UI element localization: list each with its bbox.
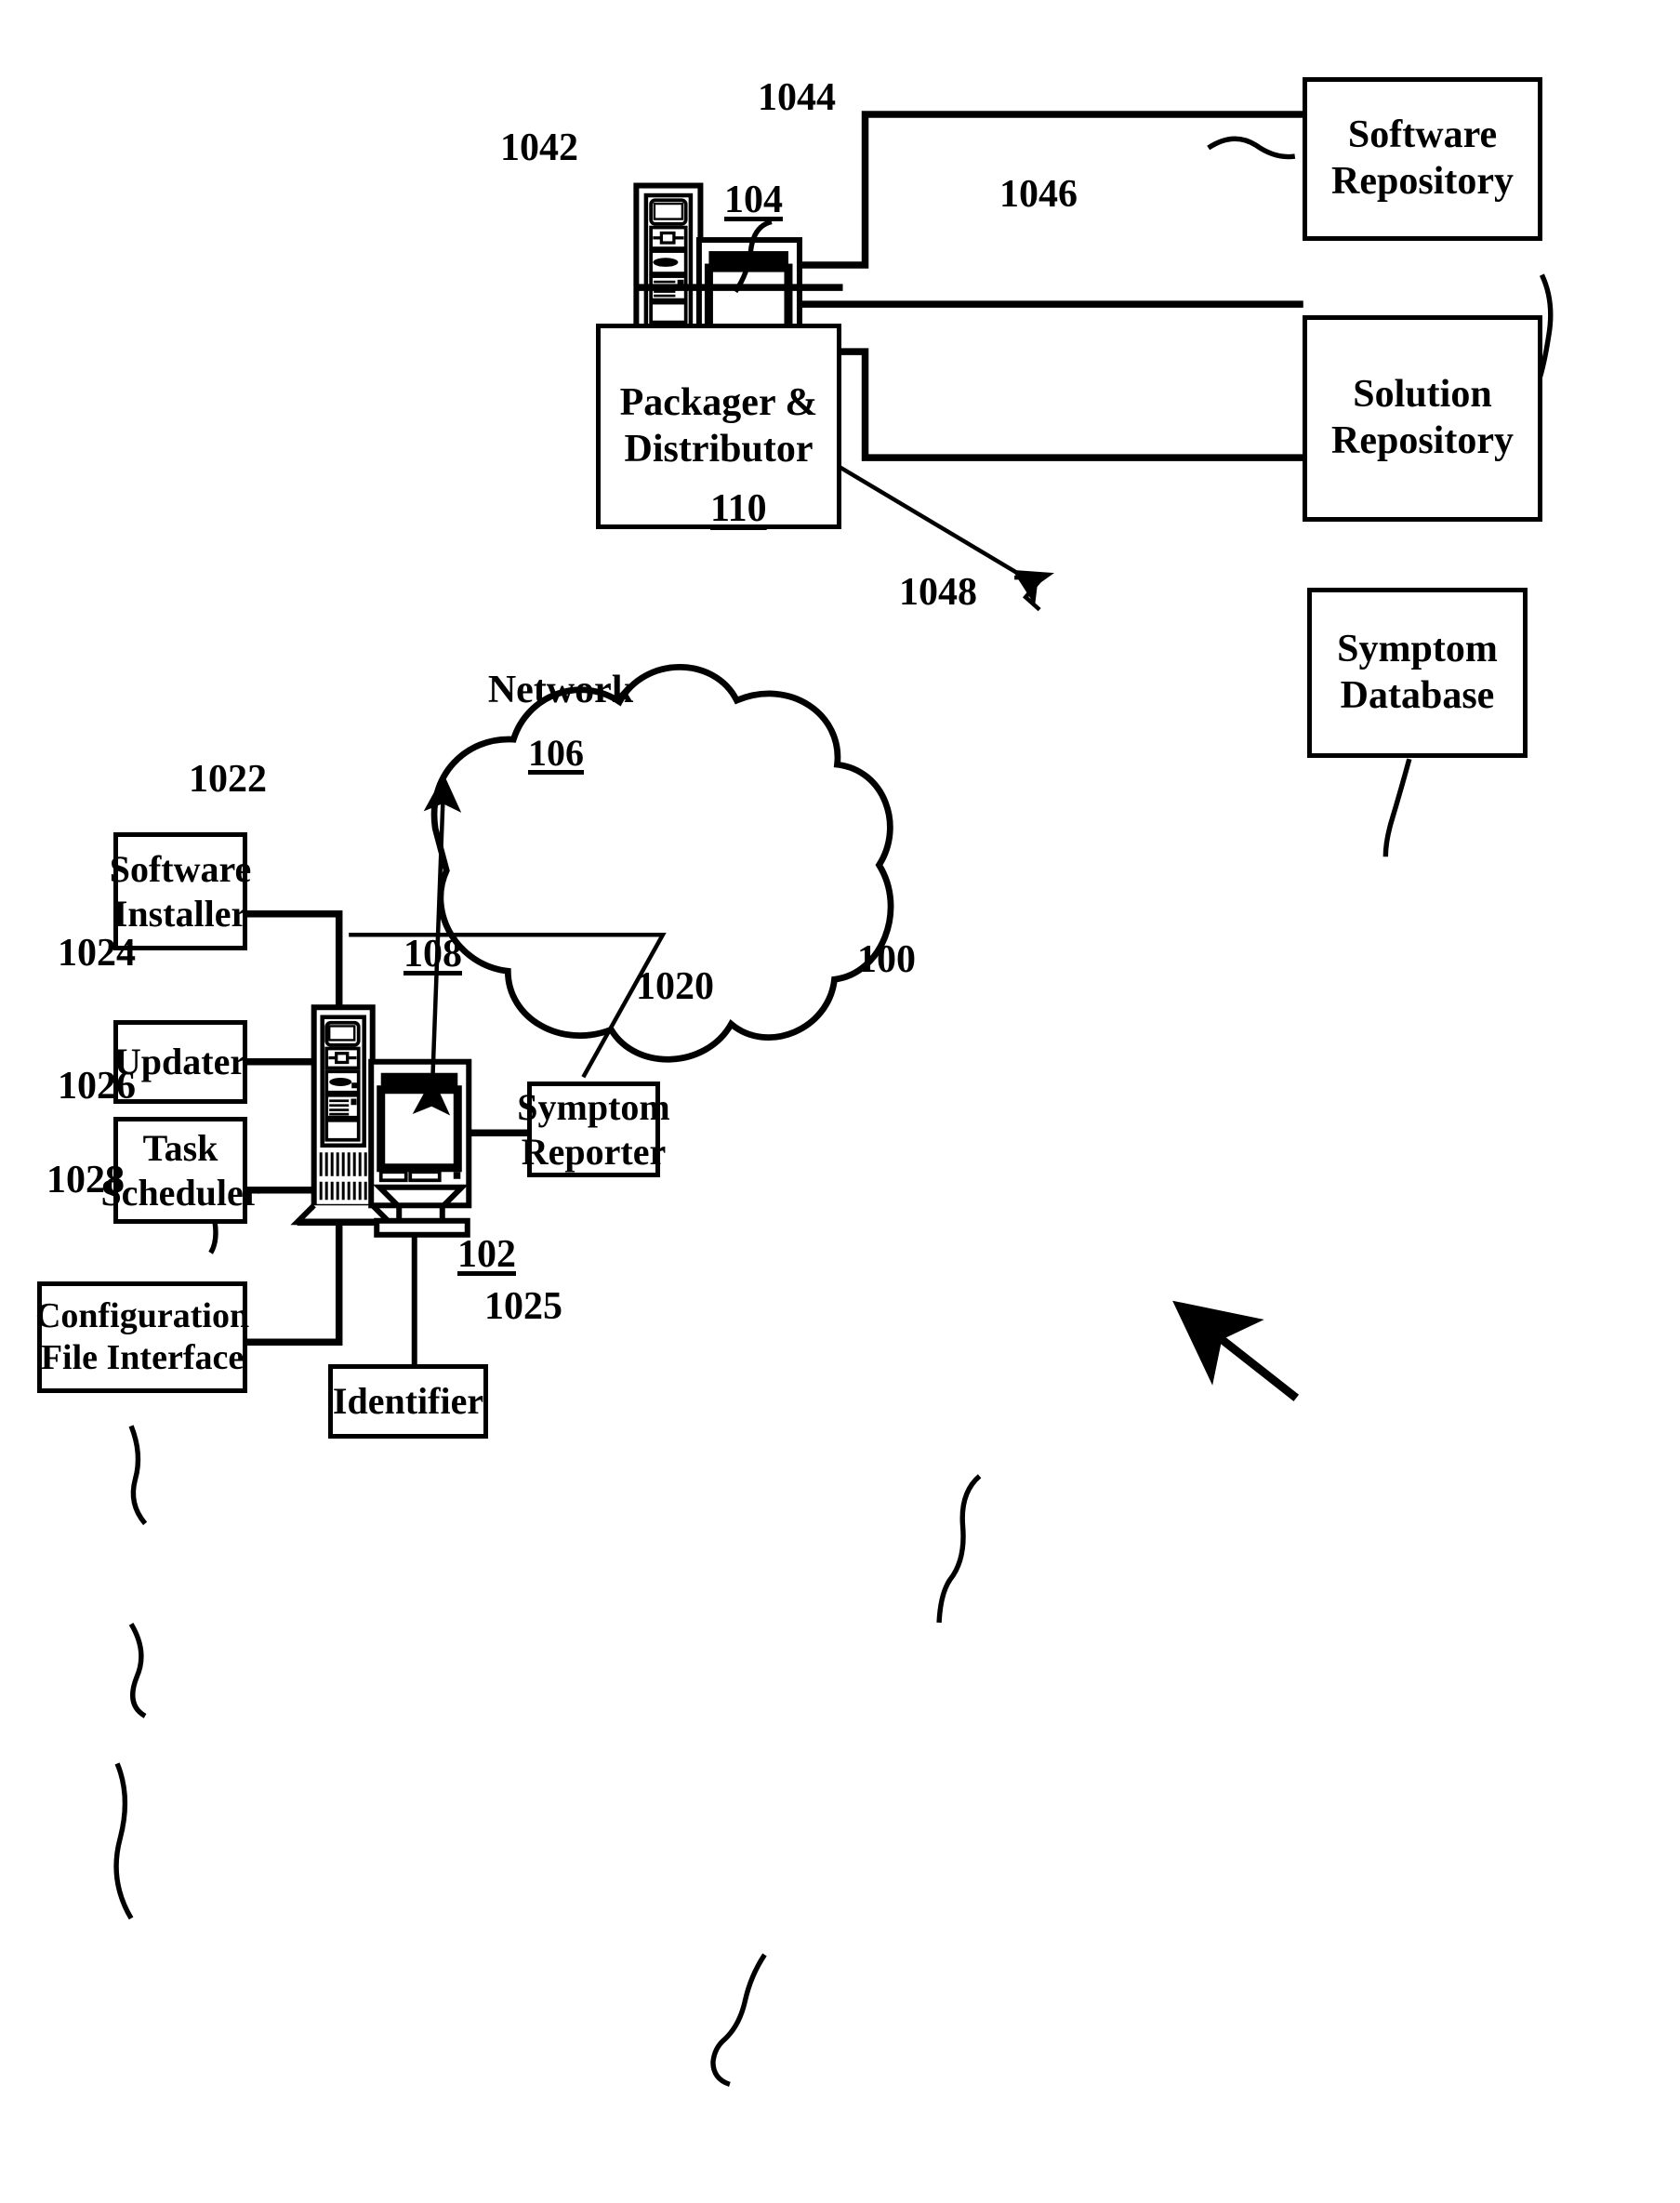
box-symptom-reporter[interactable]: Symptom Reporter	[517, 1082, 670, 1177]
ref-numeral-1048: 1048	[899, 571, 977, 614]
leader-1024	[128, 1425, 148, 1526]
box-configuration-file-interface[interactable]: Configuration File Interface	[34, 1281, 250, 1393]
ref-numeral-1042: 1042	[500, 126, 578, 169]
box-solution-repository[interactable]: Solution Repository	[1303, 315, 1542, 522]
leader-1026	[128, 1622, 147, 1719]
box-task-scheduler[interactable]: Task Scheduler	[100, 1117, 260, 1224]
network-cloud-label: Network	[487, 669, 634, 711]
box-label-line: Software	[109, 848, 252, 891]
ref-numeral-1020: 1020	[636, 965, 714, 1008]
box-label-line: Software	[1347, 113, 1498, 157]
leader-1020	[936, 1474, 982, 1623]
leader-1028	[113, 1762, 134, 1920]
box-label-line: Task	[142, 1127, 218, 1170]
box-label-line: Repository	[1331, 419, 1514, 462]
box-label-line: Database	[1340, 673, 1495, 717]
ref-numeral-1044: 1044	[758, 76, 836, 119]
ref-numeral-1028: 1028	[46, 1159, 125, 1201]
box-software-repository[interactable]: Software Repository	[1303, 77, 1542, 241]
ref-numeral-102: 102	[457, 1233, 516, 1276]
ref-numeral-104: 104	[724, 179, 783, 221]
ref-numeral-1046: 1046	[999, 173, 1078, 216]
ref-numeral-1024: 1024	[58, 932, 136, 975]
box-label-line: Installer	[112, 892, 248, 935]
box-label-line: Scheduler	[100, 1171, 260, 1214]
box-symptom-database[interactable]: Symptom Database	[1307, 588, 1528, 758]
ref-numeral-110: 110	[710, 487, 767, 530]
client-computer-icon	[290, 1004, 472, 1238]
link-server-to-symptom-database	[799, 348, 1308, 461]
leader-1025	[710, 1953, 767, 2088]
link-config-file-interface-to-client	[246, 1222, 343, 1347]
box-identifier[interactable]: Identifier	[328, 1364, 488, 1439]
box-label-line: Identifier	[332, 1380, 484, 1423]
box-label-line: Symptom	[517, 1086, 670, 1129]
leader-110	[1014, 575, 1048, 612]
ref-numeral-100: 100	[857, 938, 916, 981]
network-cloud-ref: 106	[528, 732, 584, 774]
box-label-line: Distributor	[624, 427, 814, 471]
box-label-line: Symptom	[1337, 627, 1498, 670]
arrow-100	[1172, 1300, 1300, 1401]
box-label-line: Solution	[1353, 373, 1492, 417]
link-software-installer-to-client	[246, 909, 343, 1008]
leader-1048	[1382, 758, 1412, 857]
ref-numeral-108: 108	[403, 933, 462, 975]
ref-numeral-1026: 1026	[58, 1065, 136, 1108]
ref-numeral-1022: 1022	[189, 758, 267, 801]
box-label-line: File Interface	[40, 1338, 245, 1377]
patent-figure: Packager & Distributor Software Reposito…	[0, 0, 1680, 2203]
leader-1044	[1207, 136, 1296, 160]
box-label-line: Repository	[1331, 160, 1514, 203]
ref-numeral-1025: 1025	[484, 1285, 562, 1328]
box-label-line: Configuration	[34, 1296, 250, 1336]
box-label-line: Packager &	[619, 380, 818, 424]
box-label-line: Reporter	[521, 1130, 667, 1173]
